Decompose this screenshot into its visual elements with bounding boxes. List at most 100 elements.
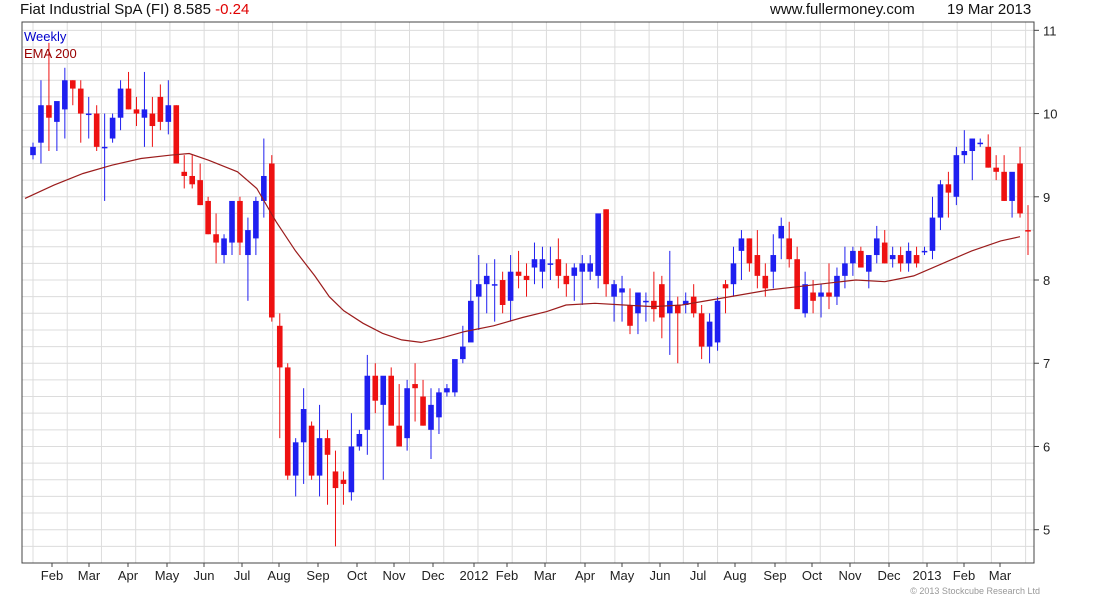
candle bbox=[834, 267, 840, 305]
candle bbox=[587, 255, 593, 281]
candle bbox=[54, 101, 60, 152]
candle bbox=[428, 388, 434, 459]
candle bbox=[483, 263, 490, 314]
candle bbox=[667, 250, 673, 355]
candle-body bbox=[897, 255, 904, 264]
candle bbox=[706, 313, 713, 364]
candle bbox=[866, 255, 872, 289]
x-tick-label: Mar bbox=[534, 568, 557, 583]
candle-body bbox=[770, 255, 777, 272]
candle-body bbox=[117, 88, 124, 118]
candle-body bbox=[977, 142, 984, 145]
candle-body bbox=[818, 292, 824, 297]
candle-body bbox=[651, 300, 657, 310]
candle-body bbox=[858, 250, 864, 268]
candle bbox=[396, 384, 402, 447]
candle-body bbox=[1001, 171, 1007, 201]
candle-body bbox=[189, 175, 195, 185]
grid bbox=[22, 22, 1034, 564]
candle-body bbox=[1009, 171, 1015, 201]
x-tick-label: Nov bbox=[382, 568, 406, 583]
candle bbox=[762, 263, 769, 297]
candle-body bbox=[70, 80, 76, 89]
candle-body bbox=[866, 255, 872, 272]
candle-body bbox=[802, 284, 808, 314]
candle bbox=[786, 221, 792, 268]
candle-body bbox=[62, 80, 68, 110]
candle-body bbox=[38, 105, 44, 143]
candle-body bbox=[603, 209, 609, 285]
candle-body bbox=[754, 255, 761, 276]
candle bbox=[308, 421, 315, 480]
candle-body bbox=[929, 217, 936, 251]
candle-body bbox=[46, 105, 52, 118]
y-tick-label: 9 bbox=[1043, 190, 1050, 205]
x-tick-label: May bbox=[155, 568, 180, 583]
y-tick-label: 11 bbox=[1043, 23, 1057, 38]
candle-body bbox=[873, 238, 880, 256]
x-tick-label: Sep bbox=[763, 568, 786, 583]
candle bbox=[30, 142, 36, 160]
candle-body bbox=[141, 109, 148, 118]
candle bbox=[802, 271, 808, 318]
candle-body bbox=[205, 200, 211, 235]
copyright-notice: © 2013 Stockcube Research Ltd bbox=[910, 586, 1040, 596]
x-tick-label: Apr bbox=[575, 568, 596, 583]
candle-body bbox=[579, 263, 586, 272]
y-axis: 5 6 7 8 9 10 11 bbox=[1034, 23, 1057, 538]
x-axis: Feb Mar Apr May Jun Jul Aug Sep Oct Nov Dec 2012 Feb… bbox=[41, 563, 1012, 583]
x-tick-label: Aug bbox=[267, 568, 290, 583]
candle bbox=[284, 363, 291, 480]
candle-body bbox=[515, 271, 522, 276]
candle-body bbox=[468, 300, 474, 343]
candle-body bbox=[714, 300, 721, 343]
candle-body bbox=[229, 200, 235, 243]
candle bbox=[197, 163, 203, 206]
candle-body bbox=[54, 101, 60, 122]
candle-body bbox=[730, 263, 737, 285]
price-chart: 5 6 7 8 9 10 11 Feb Mar Apr May Jun Jul Aug Sep Oct Nov… bbox=[21, 21, 1057, 583]
candle-body bbox=[149, 113, 156, 127]
candle-body bbox=[213, 234, 219, 243]
candle bbox=[539, 246, 546, 289]
candle-body bbox=[324, 438, 331, 455]
candle bbox=[420, 379, 426, 426]
x-tick-label: Dec bbox=[421, 568, 445, 583]
candle bbox=[213, 213, 219, 264]
candle-body bbox=[619, 288, 625, 293]
x-tick-label: Mar bbox=[78, 568, 101, 583]
candle-body bbox=[794, 259, 800, 310]
candle bbox=[1009, 171, 1015, 218]
x-tick-label: Jul bbox=[234, 568, 251, 583]
x-tick-label: Apr bbox=[118, 568, 139, 583]
candle-body bbox=[133, 109, 140, 114]
candles bbox=[30, 42, 1031, 547]
candle bbox=[300, 388, 307, 484]
candle bbox=[993, 155, 999, 181]
x-tick-label: Jun bbox=[194, 568, 215, 583]
candle-body bbox=[945, 184, 952, 193]
x-tick-label: Feb bbox=[41, 568, 63, 583]
candle-body bbox=[332, 471, 339, 489]
candle-body bbox=[921, 250, 928, 253]
candle-body bbox=[85, 113, 92, 116]
candle-body bbox=[300, 409, 307, 443]
candle-body bbox=[30, 146, 36, 156]
x-tick-label: Mar bbox=[989, 568, 1012, 583]
candle bbox=[276, 313, 283, 439]
candle bbox=[659, 275, 665, 339]
legend-ema: EMA 200 bbox=[24, 46, 77, 61]
candle bbox=[70, 80, 76, 106]
x-tick-label: May bbox=[610, 568, 635, 583]
candle-body bbox=[221, 238, 227, 256]
candle-body bbox=[881, 242, 888, 264]
candle bbox=[292, 438, 299, 497]
candle-body bbox=[491, 284, 498, 286]
candle-body bbox=[356, 433, 363, 447]
candle bbox=[93, 105, 100, 152]
candle bbox=[149, 96, 156, 147]
candle-body bbox=[778, 225, 785, 239]
candle-body bbox=[101, 146, 108, 149]
candle-body bbox=[627, 304, 633, 326]
candle-body bbox=[523, 275, 530, 281]
